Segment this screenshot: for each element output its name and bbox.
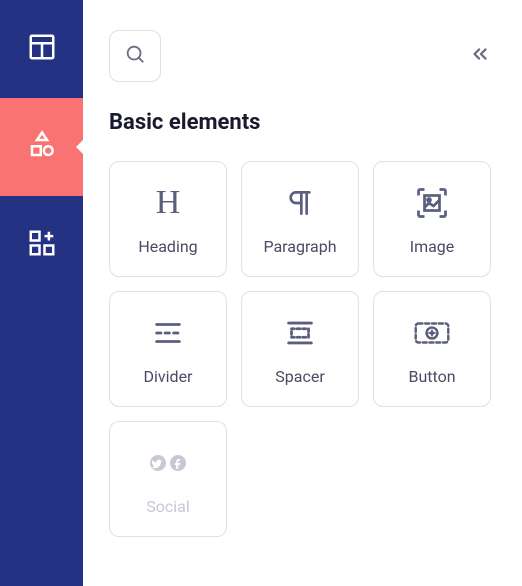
social-icon <box>148 443 188 483</box>
tile-social[interactable]: Social <box>109 421 227 537</box>
layout-icon <box>27 32 57 66</box>
tile-heading[interactable]: H Heading <box>109 161 227 277</box>
image-icon <box>412 183 452 223</box>
tile-label: Divider <box>144 367 193 386</box>
tile-image[interactable]: Image <box>373 161 491 277</box>
spacer-icon <box>280 313 320 353</box>
tile-paragraph[interactable]: Paragraph <box>241 161 359 277</box>
sidebar-item-elements[interactable] <box>0 98 83 196</box>
tile-label: Spacer <box>275 367 324 386</box>
main-panel: Basic elements H Heading Paragraph Image… <box>83 0 522 586</box>
tile-label: Button <box>408 367 455 386</box>
shapes-icon <box>27 130 57 164</box>
tile-divider[interactable]: Divider <box>109 291 227 407</box>
collapse-button[interactable] <box>464 40 496 72</box>
section-title: Basic elements <box>109 110 496 135</box>
search-button[interactable] <box>109 30 161 82</box>
tile-label: Heading <box>138 237 197 256</box>
widgets-icon <box>27 228 57 262</box>
tile-label: Social <box>146 497 189 516</box>
sidebar <box>0 0 83 586</box>
tile-label: Paragraph <box>263 237 336 256</box>
topbar <box>109 30 496 82</box>
paragraph-icon <box>280 183 320 223</box>
tile-spacer[interactable]: Spacer <box>241 291 359 407</box>
heading-icon: H <box>148 183 188 223</box>
divider-icon <box>148 313 188 353</box>
elements-grid: H Heading Paragraph Image Divider <box>109 161 496 537</box>
tile-button[interactable]: Button <box>373 291 491 407</box>
tile-label: Image <box>410 237 455 256</box>
search-icon <box>124 43 146 69</box>
chevron-double-left-icon <box>469 43 491 69</box>
sidebar-item-layout[interactable] <box>0 0 83 98</box>
sidebar-item-widgets[interactable] <box>0 196 83 294</box>
button-icon <box>412 313 452 353</box>
